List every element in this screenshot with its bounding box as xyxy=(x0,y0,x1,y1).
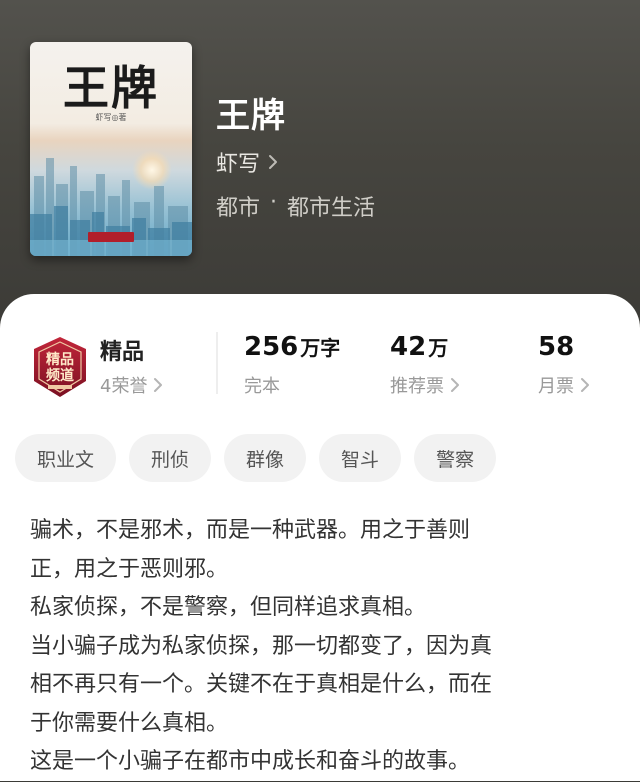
book-cover[interactable]: 王牌 虾写◎著 xyxy=(30,42,192,256)
stat-unit: 万 xyxy=(428,336,449,360)
svg-text:频道: 频道 xyxy=(46,367,74,384)
chevron-right-icon xyxy=(269,155,278,169)
genre: 都市 xyxy=(216,196,261,221)
description-line: 骗术，不是邪术，而是一种武器。用之于善则 xyxy=(30,518,471,543)
cover-title: 王牌 xyxy=(63,61,159,115)
stat-recommend-votes[interactable]: 42 万 推荐票 xyxy=(390,332,462,398)
svg-text:精品: 精品 xyxy=(46,351,74,368)
genre-row: 都市 · 都市生活 xyxy=(216,190,375,222)
genre-separator: · xyxy=(270,190,278,215)
stat-word-count: 256 万字 完本 xyxy=(244,332,340,398)
stat-value: 42 xyxy=(390,332,427,362)
honor-count: 4荣誉 xyxy=(100,376,148,397)
description-line: 私家侦探，不是警察，但同样追求真相。 xyxy=(30,595,427,620)
premium-channel-badge-icon[interactable]: 精品 频道 xyxy=(30,335,90,399)
honor-label: 精品 xyxy=(100,340,145,365)
tag-chip[interactable]: 刑侦 xyxy=(129,434,212,482)
tag-chip[interactable]: 智斗 xyxy=(319,434,402,482)
tag-chip[interactable]: 群像 xyxy=(224,434,307,482)
stat-label: 月票 xyxy=(538,376,574,397)
stat-label: 推荐票 xyxy=(390,376,444,397)
stat-monthly-votes[interactable]: 58 月票 xyxy=(538,332,592,398)
stat-label: 完本 xyxy=(244,376,280,397)
chevron-right-icon xyxy=(581,378,589,392)
stat-value: 256 xyxy=(244,332,299,362)
description-line: 正，用之于恶则邪。 xyxy=(30,556,229,582)
stat-value: 58 xyxy=(538,332,575,362)
chevron-right-icon xyxy=(154,378,163,392)
description-line: 相不再只有一个。关键不在于真相是什么，而在 xyxy=(30,672,493,697)
stat-unit: 万字 xyxy=(300,336,341,360)
book-description: 骗术，不是邪术，而是一种武器。用之于善则 正，用之于恶则邪。 私家侦探，不是警察… xyxy=(30,512,610,782)
book-title: 王牌 xyxy=(216,96,286,136)
publisher-mark xyxy=(88,232,134,242)
description-line: 当小骗子成为私家侦探，那一切都变了，因为真 xyxy=(30,633,493,659)
author-name: 虾写 xyxy=(216,152,261,177)
author-link[interactable]: 虾写 xyxy=(216,146,280,178)
honor-count-link[interactable]: 4荣誉 xyxy=(100,372,165,398)
description-line: 这是一个小骗子在都市中成长和奋斗的故事。 xyxy=(30,749,471,774)
stats-divider xyxy=(216,332,218,394)
chevron-right-icon xyxy=(451,378,459,392)
tag-chip[interactable]: 职业文 xyxy=(15,434,117,482)
cover-author: 虾写◎著 xyxy=(95,113,127,122)
description-line: 于你需要什么真相。 xyxy=(30,710,229,736)
tag-list: 职业文 刑侦 群像 智斗 警察 xyxy=(15,434,497,482)
tag-chip[interactable]: 警察 xyxy=(414,434,497,482)
subgenre: 都市生活 xyxy=(287,196,376,221)
